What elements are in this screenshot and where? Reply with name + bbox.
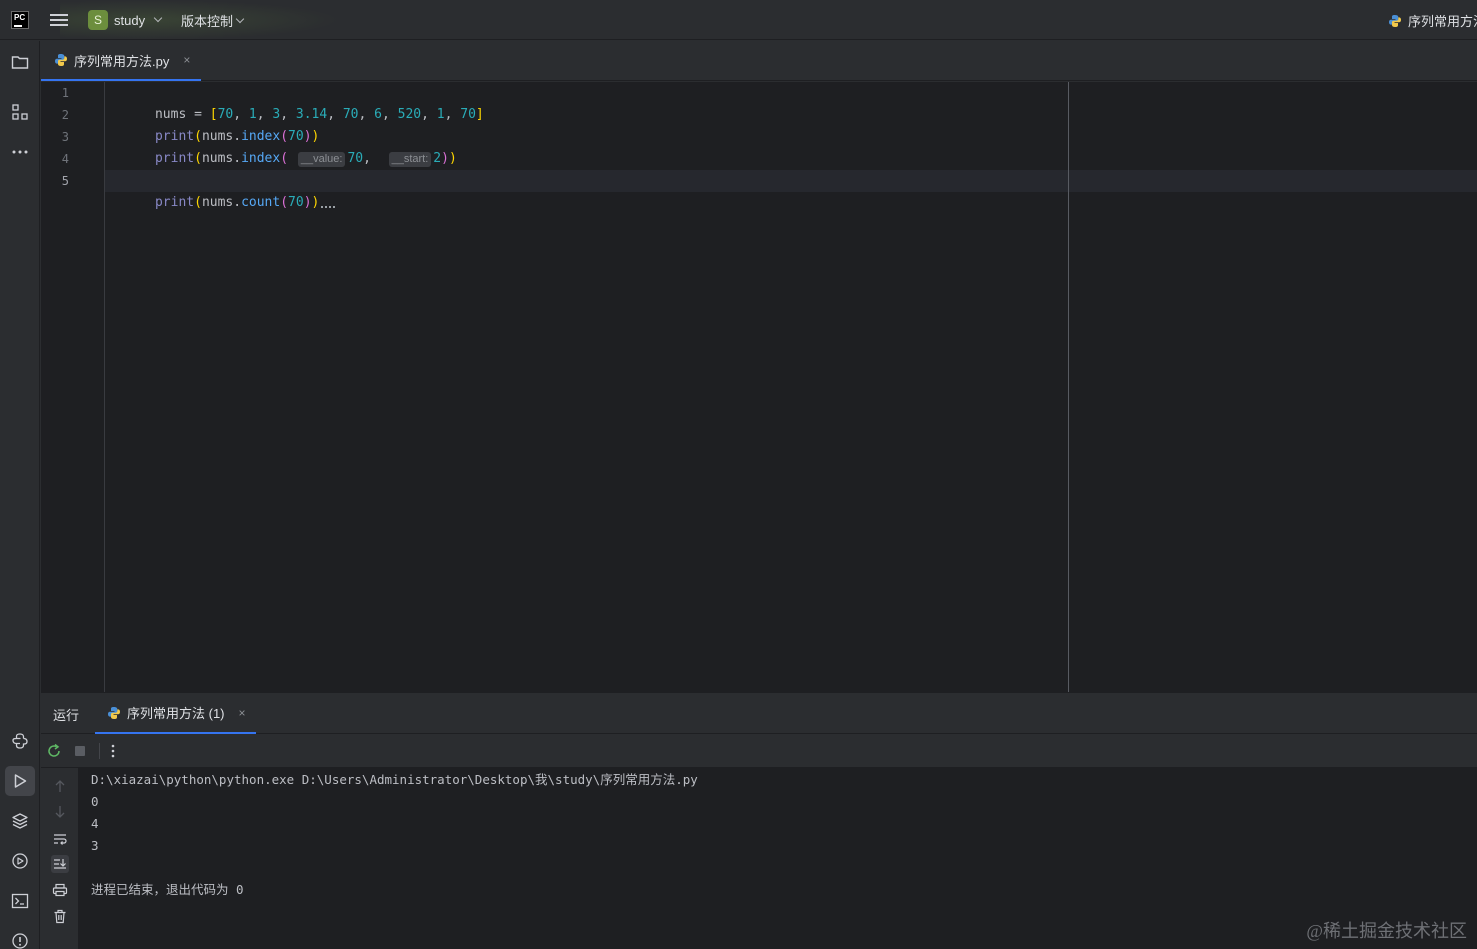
project-tool-button[interactable] <box>5 47 35 77</box>
problems-tool-button[interactable] <box>5 926 35 949</box>
run-panel-header: 运行 序列常用方法 (1) × <box>41 692 1477 734</box>
line-number: 2 <box>61 108 69 122</box>
code-line-3: print(nums.index( __value: 70, __start: 2)… <box>154 151 457 167</box>
scroll-to-end-button[interactable] <box>51 855 69 873</box>
code-editor[interactable]: 1 2 3 4 5 nums = [70, 1, 3, 3.14, 70, 6,… <box>41 82 1477 692</box>
line-number-current: 5 <box>61 174 69 188</box>
print-button[interactable] <box>51 881 69 899</box>
structure-tool-button[interactable] <box>5 97 35 127</box>
project-name: study <box>114 12 146 28</box>
run-toolbar <box>41 734 1477 768</box>
scroll-to-end-icon <box>54 859 66 869</box>
editor-tab-bar: 序列常用方法.py × <box>41 41 1477 81</box>
services-icon <box>12 853 28 869</box>
folder-icon <box>11 56 29 69</box>
console-output-line: 4 <box>91 816 99 831</box>
console-output-line: 3 <box>91 838 99 853</box>
parameter-hint: __start: <box>388 152 432 167</box>
close-icon[interactable]: × <box>183 53 190 67</box>
title-bar: PC S study 版本控制 序列常用方法 <box>0 0 1477 40</box>
console-output-line: 0 <box>91 794 99 809</box>
project-selector[interactable]: S study <box>88 10 163 30</box>
more-options-button[interactable] <box>104 742 122 760</box>
terminal-icon <box>11 893 29 909</box>
python-file-icon <box>55 54 67 66</box>
problems-icon <box>12 933 28 949</box>
run-tab-label: 序列常用方法 (1) <box>127 706 225 721</box>
more-tools-button[interactable] <box>5 137 35 167</box>
scroll-up-button[interactable] <box>51 777 69 795</box>
code-line-5: print(nums.count(70)) <box>108 170 336 210</box>
run-config-selector[interactable]: 序列常用方法 <box>1388 11 1477 30</box>
print-icon <box>52 883 68 897</box>
close-icon[interactable]: × <box>239 706 246 720</box>
chevron-down-icon <box>235 14 245 23</box>
console-output[interactable]: D:\xiazai\python\python.exe D:\Users\Adm… <box>79 768 1477 949</box>
more-vertical-icon <box>111 744 115 758</box>
services-tool-button[interactable] <box>5 846 35 876</box>
console-exit-message: 进程已结束，退出代码为 0 <box>91 882 244 897</box>
line-number: 4 <box>61 152 69 166</box>
rerun-icon <box>48 743 60 757</box>
python-file-icon <box>1389 14 1401 27</box>
run-tab[interactable]: 序列常用方法 (1) × <box>95 693 256 734</box>
structure-icon <box>12 104 28 120</box>
left-tool-strip <box>0 41 40 949</box>
up-arrow-icon <box>55 780 65 792</box>
chevron-down-icon <box>153 13 163 23</box>
line-number: 3 <box>61 130 69 144</box>
python-packages-tool-button[interactable] <box>5 806 35 836</box>
console-command-line: D:\xiazai\python\python.exe D:\Users\Adm… <box>91 772 698 787</box>
rerun-button[interactable] <box>45 742 63 760</box>
scroll-down-button[interactable] <box>51 803 69 821</box>
right-margin-guide <box>1068 82 1069 692</box>
layers-icon <box>12 813 28 829</box>
stop-icon <box>75 746 85 756</box>
pycharm-logo-icon[interactable]: PC <box>11 11 29 29</box>
toolbar-divider <box>99 743 100 759</box>
run-config-label: 序列常用方法 <box>1408 14 1477 29</box>
more-icon <box>12 150 28 154</box>
trash-icon <box>54 909 66 923</box>
console-side-toolbar <box>41 768 79 949</box>
clear-console-button[interactable] <box>51 907 69 925</box>
code-line-2: print(nums.index(70)) <box>154 129 320 144</box>
hamburger-menu-icon[interactable] <box>50 12 68 28</box>
project-badge: S <box>88 10 108 30</box>
python-console-icon <box>12 733 28 749</box>
editor-tab[interactable]: 序列常用方法.py × <box>41 41 201 81</box>
parameter-hint: __value: <box>297 152 346 167</box>
run-panel-title: 运行 <box>53 708 80 723</box>
python-console-tool-button[interactable] <box>5 726 35 756</box>
watermark: @稀土掘金技术社区 <box>1306 921 1467 941</box>
line-number-gutter: 1 2 3 4 5 <box>41 82 105 692</box>
warning-squiggle <box>321 204 336 208</box>
vcs-label: 版本控制 <box>181 14 234 29</box>
stop-button[interactable] <box>71 742 89 760</box>
soft-wrap-button[interactable] <box>51 830 69 848</box>
run-tool-button[interactable] <box>5 766 35 796</box>
vcs-menu[interactable]: 版本控制 <box>181 11 245 30</box>
code-area[interactable]: nums = [70, 1, 3, 3.14, 70, 6, 520, 1, 7… <box>105 82 1477 692</box>
terminal-tool-button[interactable] <box>5 886 35 916</box>
code-line-1: nums = [70, 1, 3, 3.14, 70, 6, 520, 1, 7… <box>154 107 484 122</box>
editor-tab-label: 序列常用方法.py <box>74 53 170 69</box>
python-file-icon <box>108 706 120 719</box>
logo-text: PC <box>14 13 26 22</box>
run-icon <box>14 774 27 788</box>
soft-wrap-icon <box>54 834 67 845</box>
line-number: 1 <box>61 86 69 100</box>
down-arrow-icon <box>55 806 65 818</box>
